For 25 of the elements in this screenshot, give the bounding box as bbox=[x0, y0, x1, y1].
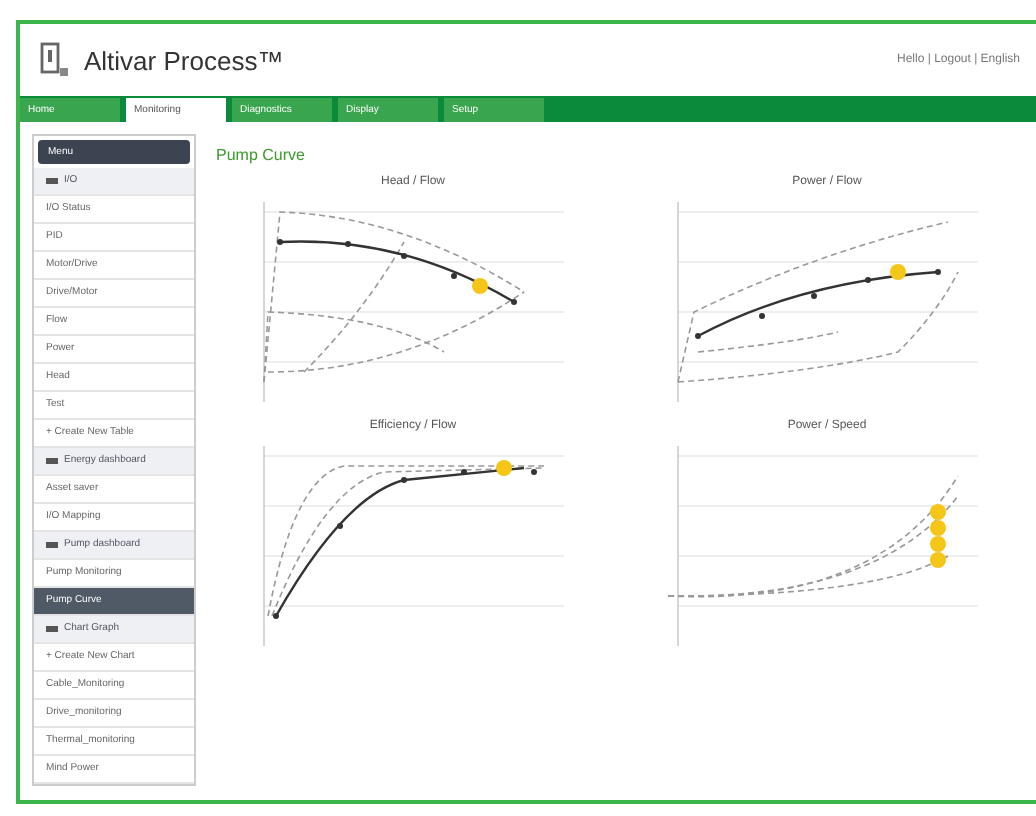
data-point bbox=[864, 277, 870, 283]
operating-point-marker bbox=[889, 264, 905, 280]
data-point bbox=[694, 333, 700, 339]
data-point bbox=[810, 293, 816, 299]
folder-icon bbox=[46, 458, 58, 464]
data-point bbox=[344, 241, 350, 247]
app-title: Altivar Process™ bbox=[84, 45, 284, 75]
data-point bbox=[400, 477, 406, 483]
operating-point-marker bbox=[495, 460, 511, 476]
data-point bbox=[934, 269, 940, 275]
page-title: Pump Curve bbox=[216, 146, 307, 164]
data-point bbox=[276, 239, 282, 245]
data-point bbox=[758, 313, 764, 319]
data-point bbox=[530, 469, 536, 475]
data-point bbox=[336, 523, 342, 529]
data-point bbox=[400, 253, 406, 259]
data-point bbox=[450, 273, 456, 279]
logo-icon bbox=[36, 42, 72, 78]
folder-icon bbox=[46, 178, 58, 184]
folder-icon bbox=[46, 626, 58, 632]
data-point bbox=[460, 469, 466, 475]
data-point bbox=[272, 613, 278, 619]
operating-point-marker bbox=[471, 278, 487, 294]
folder-icon bbox=[46, 542, 58, 548]
data-point bbox=[510, 299, 516, 305]
